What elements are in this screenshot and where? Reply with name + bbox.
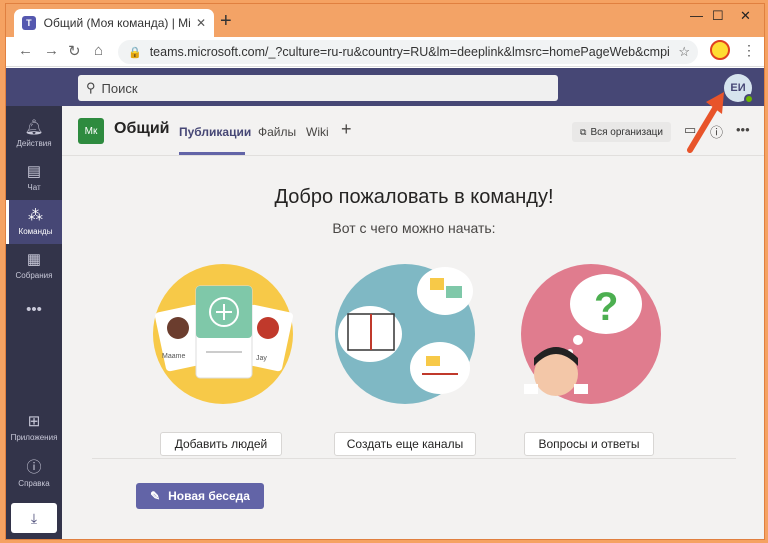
org-icon: ⧉ — [580, 126, 587, 137]
browser-menu-icon[interactable]: ⋮ — [742, 42, 756, 59]
app-rail: 🔔︎ Действия ▤ Чат ⁂ Команды ▦ Собрания •… — [6, 106, 62, 539]
tab-wiki[interactable]: Wiki — [306, 125, 329, 139]
add-people-illustration: Maame Jay — [153, 264, 294, 404]
search-placeholder: Поиск — [101, 80, 138, 96]
help-icon: ⓘ — [26, 459, 42, 476]
user-avatar[interactable]: ЕИ — [724, 74, 754, 104]
maximize-icon[interactable]: ☐ — [712, 8, 724, 24]
person-face-left — [167, 317, 189, 339]
forward-icon[interactable]: → — [44, 42, 59, 59]
new-tab-button[interactable]: + — [220, 10, 232, 33]
url-text: teams.microsoft.com/_?culture=ru-ru&coun… — [149, 45, 670, 59]
person-name-right: Jay — [256, 355, 267, 362]
teams-header: ⚲ Поиск ЕИ — [6, 68, 764, 106]
person-face-right — [257, 317, 279, 339]
sticky-green — [446, 286, 462, 298]
tab-strip: T Общий (Моя команда) | Microso ✕ + — ☐ … — [6, 4, 764, 37]
download-icon: ⤓ — [30, 509, 38, 526]
hand-right — [574, 384, 588, 394]
home-icon[interactable]: ⌂ — [94, 42, 103, 59]
teams-icon: ⁂ — [28, 207, 43, 224]
apps-icon: ⊞ — [27, 413, 41, 430]
channel-header: Мк Общий Публикации Файлы Wiki + ⧉ Вся о… — [62, 106, 764, 156]
bookmark-star-icon[interactable]: ☆ — [678, 44, 690, 60]
tab-close-icon[interactable]: ✕ — [196, 16, 206, 30]
screenshot-frame: T Общий (Моя команда) | Microso ✕ + — ☐ … — [0, 0, 768, 543]
welcome-title: Добро пожаловать в команду! — [274, 186, 554, 208]
rail-item-meetings[interactable]: ▦ Собрания — [6, 244, 62, 288]
browser-toolbar: ← → ↻ ⌂ 🔒 teams.microsoft.com/_?culture=… — [6, 37, 764, 67]
question-mark-icon: ? — [594, 285, 618, 329]
bubble-bottom — [410, 342, 470, 394]
compose-icon: ✎ — [150, 489, 161, 503]
team-avatar: Мк — [78, 118, 104, 144]
chat-icon: ▤ — [26, 163, 42, 180]
more-options-icon[interactable]: ••• — [736, 122, 750, 137]
welcome-subtitle: Вот с чего можно начать: — [332, 220, 496, 236]
search-icon: ⚲ — [86, 80, 96, 95]
create-channels-illustration — [335, 264, 475, 404]
channel-main: Мк Общий Публикации Файлы Wiki + ⧉ Вся о… — [62, 106, 764, 539]
person-name-left: Maame — [162, 353, 185, 360]
avatar-initials: ЕИ — [730, 82, 746, 94]
rail-item-help[interactable]: ⓘ Справка — [6, 452, 62, 496]
lock-icon: 🔒 — [128, 46, 142, 59]
search-input[interactable]: ⚲ Поиск — [78, 75, 558, 101]
annotation-arrow — [687, 92, 724, 153]
calendar-icon: ▦ — [26, 251, 42, 268]
divider — [92, 458, 736, 459]
new-conversation-button[interactable]: ✎ Новая беседа — [136, 483, 264, 509]
rail-item-apps[interactable]: ⊞ Приложения — [6, 406, 62, 450]
reload-icon[interactable]: ↻ — [68, 42, 81, 60]
channel-title: Общий — [114, 120, 170, 137]
sticky-yellow — [430, 278, 444, 290]
window-close-icon[interactable]: ✕ — [740, 8, 751, 24]
tab-title: Общий (Моя команда) | Microso — [43, 16, 190, 30]
profile-smiley-icon[interactable] — [710, 40, 730, 60]
download-app-button[interactable]: ⤓ — [11, 503, 57, 533]
qa-illustration: ? — [521, 264, 661, 404]
active-tab-indicator — [179, 152, 245, 155]
hand-left — [524, 384, 538, 394]
create-channels-button[interactable]: Создать еще каналы — [334, 432, 476, 456]
browser-tab[interactable]: T Общий (Моя команда) | Microso ✕ — [14, 9, 214, 37]
add-people-button[interactable]: Добавить людей — [160, 432, 282, 456]
address-bar[interactable]: 🔒 teams.microsoft.com/_?culture=ru-ru&co… — [118, 40, 698, 64]
org-visibility-button[interactable]: ⧉ Вся организаци — [572, 122, 671, 142]
tab-posts[interactable]: Публикации — [179, 125, 251, 139]
tab-files[interactable]: Файлы — [258, 125, 296, 139]
back-icon[interactable]: ← — [18, 42, 33, 59]
browser-window: T Общий (Моя команда) | Microso ✕ + — ☐ … — [5, 3, 765, 540]
teams-favicon-icon: T — [22, 16, 36, 30]
note-yellow — [426, 356, 440, 366]
qa-button[interactable]: Вопросы и ответы — [524, 432, 654, 456]
bubble-top — [417, 267, 473, 315]
rail-item-teams[interactable]: ⁂ Команды — [6, 200, 62, 244]
rail-item-activity[interactable]: 🔔︎ Действия — [6, 112, 62, 156]
bell-icon: 🔔︎ — [24, 119, 44, 136]
minimize-icon[interactable]: — — [690, 8, 703, 23]
rail-item-more[interactable]: ••• — [6, 288, 62, 332]
rail-item-chat[interactable]: ▤ Чат — [6, 156, 62, 200]
thought-dot-1 — [573, 335, 583, 345]
more-icon: ••• — [26, 301, 42, 318]
add-tab-button[interactable]: + — [341, 119, 352, 140]
presence-indicator — [744, 94, 754, 104]
